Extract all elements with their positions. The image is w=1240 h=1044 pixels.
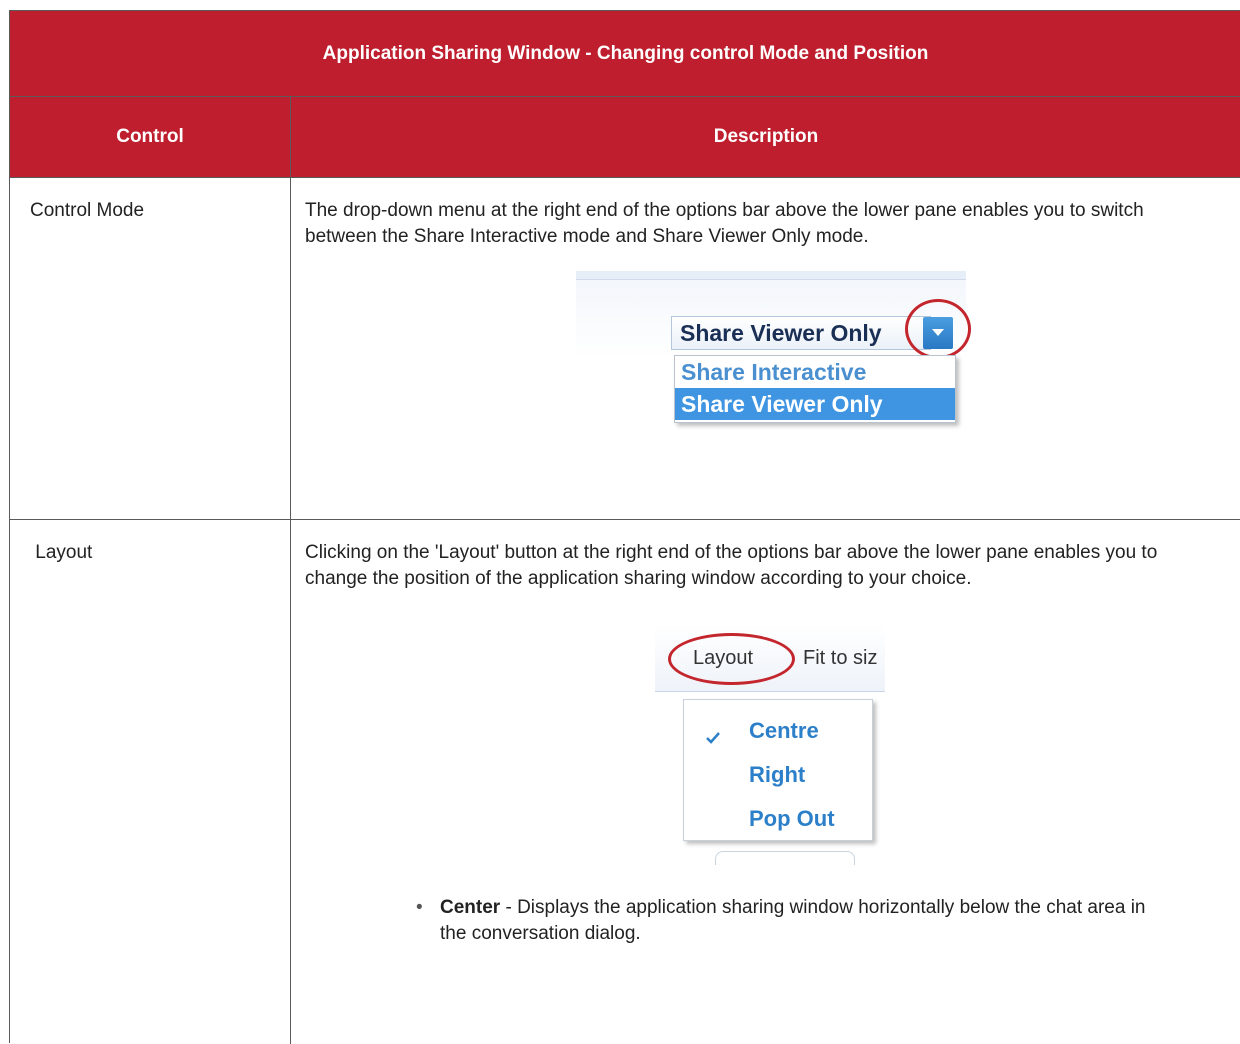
fit-to-size-button[interactable]: Fit to siz bbox=[803, 647, 885, 670]
table-row: Layout Clicking on the 'Layout' button a… bbox=[10, 520, 1240, 1044]
layout-menu: Centre Right Pop Out bbox=[683, 699, 873, 841]
bullet-item: • Center - Displays the application shar… bbox=[416, 895, 1160, 947]
header-description: Description bbox=[713, 126, 819, 147]
options-bar: Layout Fit to siz bbox=[655, 625, 885, 692]
info-table: Application Sharing Window - Changing co… bbox=[9, 10, 1240, 1044]
control-name: Control Mode bbox=[30, 200, 145, 221]
table-title-row: Application Sharing Window - Changing co… bbox=[10, 11, 1240, 97]
menu-item-right[interactable]: Right bbox=[749, 762, 805, 788]
table-row: Control Mode The drop-down menu at the r… bbox=[10, 178, 1240, 520]
dropdown-selected-value: Share Viewer Only bbox=[680, 320, 882, 346]
bullet-term: Center bbox=[440, 897, 501, 918]
dropdown-list: Share Interactive Share Viewer Only bbox=[674, 355, 956, 423]
highlight-circle bbox=[905, 299, 971, 359]
menu-item-centre[interactable]: Centre bbox=[749, 718, 819, 744]
option-share-interactive[interactable]: Share Interactive bbox=[675, 356, 955, 388]
description-text: Clicking on the 'Layout' button at the r… bbox=[305, 542, 1158, 589]
description-text: The drop-down menu at the right end of t… bbox=[305, 200, 1144, 247]
table-header-row: Control Description bbox=[10, 97, 1240, 178]
options-bar bbox=[576, 271, 966, 280]
control-mode-dropdown[interactable]: Share Viewer Only bbox=[671, 316, 931, 350]
checkmark-icon bbox=[706, 732, 720, 744]
layout-screenshot: Layout Fit to siz Centre Right Pop Out bbox=[655, 625, 885, 865]
bottom-tab-outline bbox=[715, 851, 855, 865]
control-name: Layout bbox=[30, 542, 93, 563]
bullet-text: - Displays the application sharing windo… bbox=[440, 897, 1146, 944]
table-title: Application Sharing Window - Changing co… bbox=[322, 42, 929, 64]
highlight-circle bbox=[668, 633, 795, 685]
bullet-marker: • bbox=[416, 897, 423, 918]
control-mode-screenshot: Share Viewer Only Share Interactive Shar… bbox=[576, 271, 971, 446]
option-share-viewer-only[interactable]: Share Viewer Only bbox=[675, 388, 955, 420]
menu-item-pop-out[interactable]: Pop Out bbox=[749, 806, 835, 832]
header-control: Control bbox=[116, 126, 184, 147]
